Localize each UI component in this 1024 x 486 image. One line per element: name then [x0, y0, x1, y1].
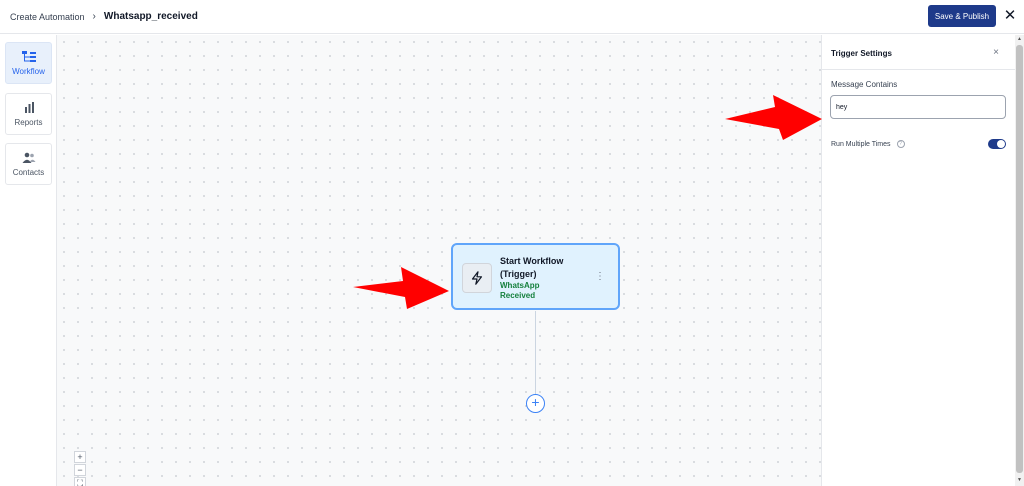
- sidebar-item-label: Reports: [14, 117, 43, 127]
- workflow-icon: [21, 50, 36, 62]
- node-icon-box: [462, 263, 492, 293]
- run-multiple-times-toggle[interactable]: [988, 139, 1006, 149]
- sidebar-item-label: Workflow: [12, 66, 45, 76]
- help-icon[interactable]: ?: [896, 140, 905, 148]
- breadcrumb-create-automation[interactable]: Create Automation: [10, 12, 85, 22]
- more-options-icon[interactable]: ⋮: [595, 271, 605, 283]
- trigger-node[interactable]: Start Workflow (Trigger) WhatsApp Receiv…: [451, 243, 620, 310]
- message-contains-input[interactable]: [830, 95, 1006, 119]
- annotation-arrow-icon: [725, 95, 822, 140]
- add-step-button[interactable]: +: [526, 394, 545, 413]
- workflow-canvas[interactable]: Start Workflow (Trigger) WhatsApp Receiv…: [57, 35, 821, 486]
- trigger-settings-panel: Trigger Settings × Message Contains Run …: [821, 35, 1016, 486]
- toggle-knob: [997, 140, 1005, 148]
- sidebar-item-reports[interactable]: Reports: [5, 93, 52, 135]
- message-contains-label: Message Contains: [831, 80, 898, 89]
- workflow-name: Whatsapp_received: [103, 11, 198, 22]
- scroll-up-icon[interactable]: ▲: [1016, 36, 1023, 43]
- top-bar: Create Automation › Whatsapp_received: [0, 0, 1024, 34]
- scrollbar[interactable]: ▲ ▼: [1015, 35, 1024, 486]
- zoom-out-button[interactable]: −: [74, 464, 86, 476]
- fit-view-button[interactable]: ⛶: [74, 477, 86, 486]
- left-sidebar: Workflow Reports Contacts: [0, 35, 57, 486]
- panel-close-icon[interactable]: ×: [991, 47, 1001, 59]
- breadcrumb-separator: ›: [92, 11, 96, 22]
- panel-header: Trigger Settings ×: [822, 35, 1016, 70]
- zoom-in-button[interactable]: +: [74, 451, 86, 463]
- run-multiple-times-label: Run Multiple Times ?: [831, 140, 905, 148]
- node-trigger-type: WhatsApp Received: [500, 281, 540, 300]
- save-publish-button[interactable]: Save & Publish: [928, 5, 996, 27]
- node-title: Start Workflow (Trigger): [500, 256, 564, 279]
- close-icon[interactable]: ✕: [1003, 8, 1017, 24]
- users-icon: [22, 152, 35, 163]
- run-multiple-times-text: Run Multiple Times: [831, 140, 891, 148]
- scroll-down-icon[interactable]: ▼: [1016, 477, 1023, 484]
- bar-chart-icon: [24, 101, 34, 113]
- scrollbar-thumb[interactable]: [1016, 45, 1023, 473]
- connector-line: [535, 311, 536, 395]
- sidebar-item-contacts[interactable]: Contacts: [5, 143, 52, 185]
- sidebar-item-label: Contacts: [12, 167, 45, 177]
- annotation-arrow-icon: [353, 267, 449, 309]
- panel-title: Trigger Settings: [831, 49, 892, 58]
- lightning-icon: [471, 271, 483, 285]
- sidebar-item-workflow[interactable]: Workflow: [5, 42, 52, 84]
